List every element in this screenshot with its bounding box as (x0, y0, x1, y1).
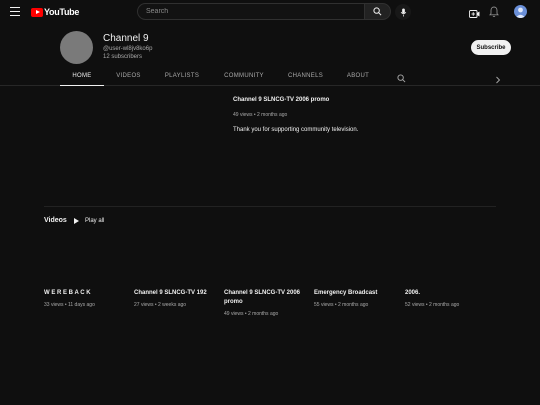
featured-video-description: Thank you for supporting community telev… (233, 127, 359, 133)
avatar-silhouette (515, 7, 526, 18)
subscriber-count: 12 subscribers (103, 54, 143, 60)
video-card[interactable]: 2006. 52 views • 2 months ago (405, 289, 489, 308)
channel-name: Channel 9 (103, 33, 149, 44)
menu-icon[interactable] (10, 7, 20, 17)
search-button[interactable] (364, 3, 391, 20)
video-card[interactable]: Channel 9 SLNCG-TV 2006 promo 49 views •… (224, 289, 308, 317)
notifications-button[interactable] (489, 5, 499, 23)
search-bar (137, 3, 391, 20)
channel-handle: @user-wl8jv8ko6p (103, 46, 153, 52)
video-title[interactable]: Channel 9 SLNCG-TV 2006 promo (224, 289, 308, 307)
video-meta: 33 views • 11 days ago (44, 302, 95, 308)
featured-video-meta: 49 views • 2 months ago (233, 112, 288, 118)
chevron-right-icon (496, 76, 501, 84)
video-title[interactable]: W E R E B A C K (44, 289, 128, 298)
play-all-button[interactable]: Play all (74, 216, 104, 226)
video-meta: 49 views • 2 months ago (224, 311, 279, 317)
tab-community[interactable]: COMMUNITY (216, 66, 272, 86)
youtube-logo-icon (31, 7, 43, 17)
voice-search-button[interactable] (395, 4, 411, 20)
video-card[interactable]: Emergency Broadcast 55 views • 2 months … (314, 289, 398, 308)
section-divider (44, 206, 496, 207)
tab-about[interactable]: ABOUT (338, 66, 378, 86)
bell-icon (489, 6, 499, 18)
mic-icon (400, 7, 406, 17)
video-title[interactable]: 2006. (405, 289, 489, 298)
channel-search-button[interactable] (397, 70, 406, 88)
video-meta: 27 views • 2 weeks ago (134, 302, 187, 308)
search-icon (373, 7, 382, 16)
channel-tabs: HOME VIDEOS PLAYLISTS COMMUNITY CHANNELS… (0, 66, 540, 86)
video-meta: 52 views • 2 months ago (405, 302, 460, 308)
tab-channels[interactable]: CHANNELS (280, 66, 331, 86)
top-bar: YouTube (0, 0, 540, 24)
tab-playlists[interactable]: PLAYLISTS (156, 66, 208, 86)
channel-avatar (60, 31, 93, 64)
tab-home[interactable]: HOME (60, 66, 104, 86)
create-video-icon (469, 10, 480, 18)
video-title[interactable]: Channel 9 SLNCG-TV 192 (134, 289, 218, 298)
play-all-label: Play all (85, 218, 105, 224)
tab-videos[interactable]: VIDEOS (107, 66, 150, 86)
search-input[interactable] (137, 3, 364, 20)
video-meta: 55 views • 2 months ago (314, 302, 369, 308)
tabs-scroll-right-button[interactable] (495, 71, 501, 89)
account-avatar-icon[interactable] (514, 5, 527, 18)
video-card[interactable]: W E R E B A C K 33 views • 11 days ago (44, 289, 128, 308)
logo-text: YouTube (44, 7, 80, 17)
create-button[interactable] (469, 6, 480, 24)
play-icon (74, 218, 79, 224)
subscribe-button[interactable]: Subscribe (471, 40, 511, 55)
video-card[interactable]: Channel 9 SLNCG-TV 192 27 views • 2 week… (134, 289, 218, 308)
search-icon (397, 74, 406, 83)
youtube-logo[interactable]: YouTube (31, 7, 79, 17)
featured-video-title[interactable]: Channel 9 SLNCG-TV 2006 promo (233, 97, 329, 103)
video-title[interactable]: Emergency Broadcast (314, 289, 398, 298)
videos-shelf-title[interactable]: Videos (44, 217, 67, 224)
